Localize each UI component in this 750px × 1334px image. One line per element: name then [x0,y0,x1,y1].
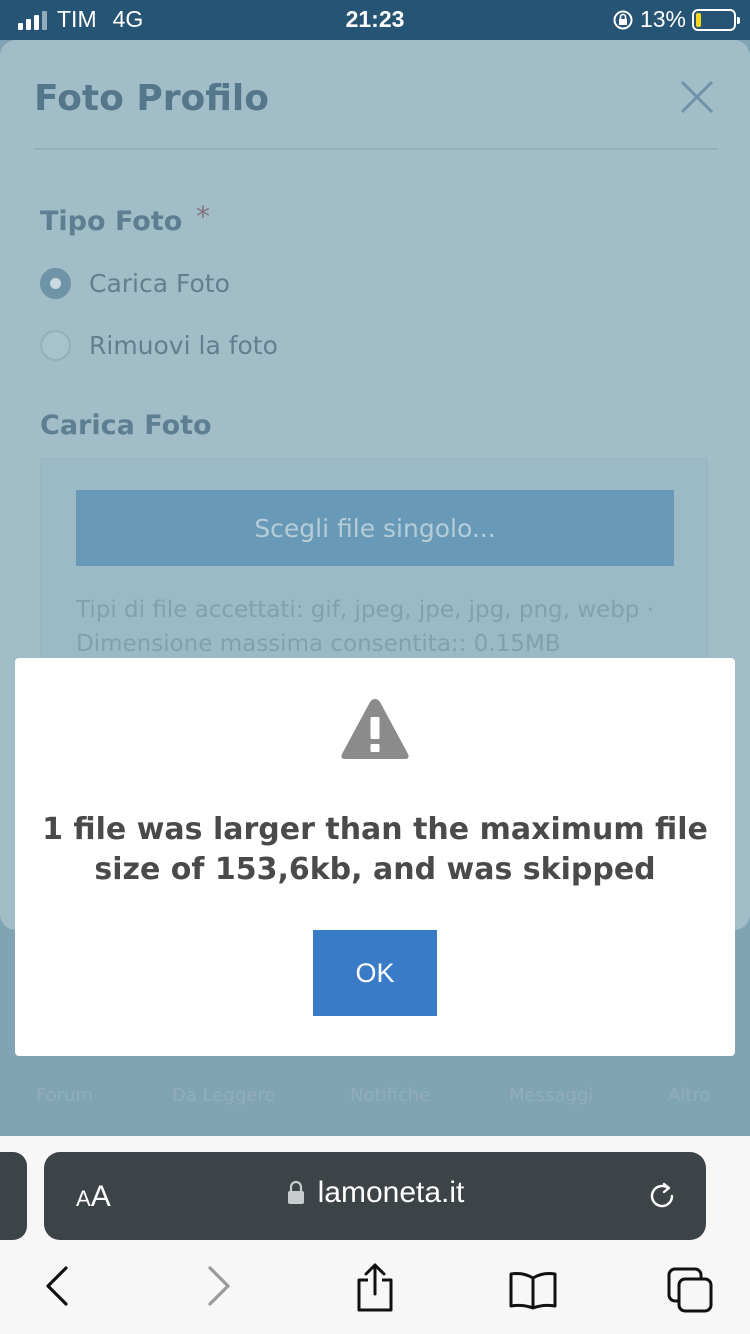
rotation-lock-icon [613,10,633,29]
nav-forum[interactable]: Forum [36,1085,93,1106]
radio-upload-photo[interactable]: Carica Foto [40,268,230,299]
address-bar[interactable]: AA lamoneta.it [44,1152,706,1240]
nav-to-read[interactable]: Da Leggere [172,1085,275,1106]
max-size: Dimensione massima consentita:: 0.15MB [76,631,561,657]
nav-messages[interactable]: Messaggi [509,1085,593,1106]
radio-checked-icon[interactable] [40,268,71,299]
upload-label: Carica Foto [40,410,212,441]
radio-unchecked-icon[interactable] [40,330,71,361]
reload-icon[interactable] [644,1178,680,1214]
required-marker: * [196,200,210,233]
radio-remove-photo[interactable]: Rimuovi la foto [40,330,278,361]
bookmarks-icon[interactable] [508,1270,558,1310]
ok-button[interactable]: OK [313,930,437,1016]
accepted-types: Tipi di file accettati: gif, jpeg, jpe, … [76,597,655,623]
share-icon[interactable] [354,1262,396,1314]
radio-label: Carica Foto [89,269,230,298]
nav-more[interactable]: Altro [668,1085,710,1106]
choose-file-button[interactable]: Scegli file singolo... [76,490,674,566]
status-bar: TIM 4G 21:23 13% [0,0,750,40]
forward-icon[interactable] [204,1264,234,1308]
tabs-icon[interactable] [666,1266,714,1314]
url-display[interactable]: lamoneta.it [44,1176,706,1210]
close-icon[interactable] [678,78,716,116]
back-icon[interactable] [42,1264,72,1308]
warning-icon [341,699,409,759]
nav-notifications[interactable]: Notifiche [350,1085,430,1106]
dialog-message: 1 file was larger than the maximum file … [42,812,708,887]
title-divider [34,148,718,150]
battery-fill [696,12,701,27]
battery-percent: 13% [639,6,686,32]
previous-tab-edge[interactable] [0,1152,27,1240]
sheet-title: Foto Profilo [34,78,269,119]
file-hint: Tipi di file accettati: gif, jpeg, jpe, … [76,593,686,661]
lock-icon [287,1180,304,1204]
photo-type-label: Tipo Foto [40,206,183,237]
url-text: lamoneta.it [317,1176,465,1209]
battery-icon [692,8,740,31]
status-right: 13% [612,6,740,33]
radio-label: Rimuovi la foto [89,331,278,360]
